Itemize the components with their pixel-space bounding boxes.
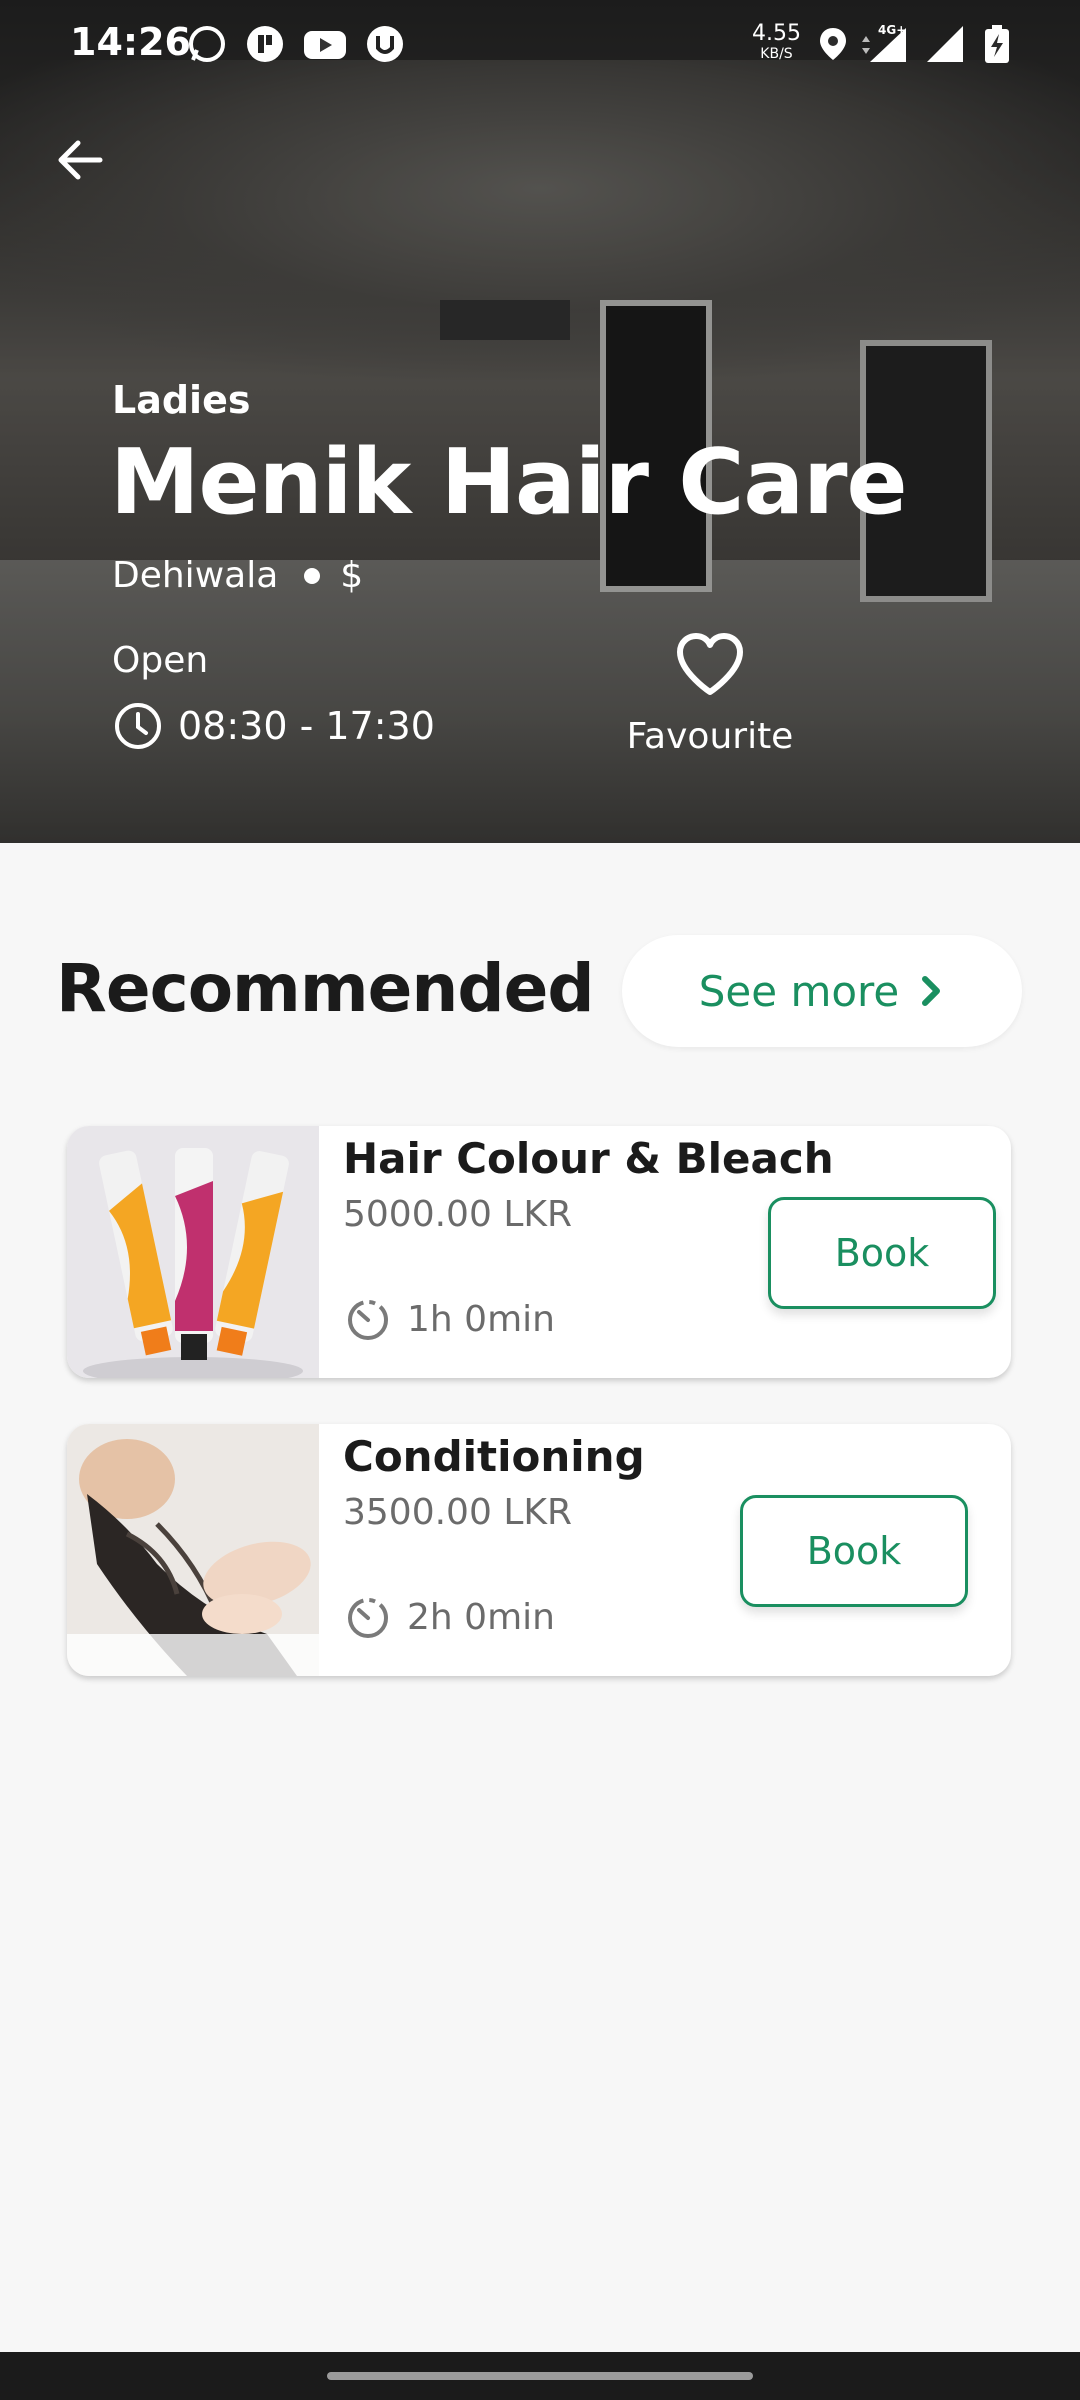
- service-price: 3500.00 LKR: [343, 1492, 572, 1533]
- service-card[interactable]: Conditioning 3500.00 LKR 2h 0min Book: [67, 1424, 1011, 1676]
- battery-charging-icon: [985, 25, 1009, 63]
- favourite-label: Favourite: [626, 716, 794, 757]
- hours-text: 08:30 - 17:30: [178, 704, 435, 748]
- youtube-icon: [304, 31, 346, 59]
- service-name: Conditioning: [343, 1432, 645, 1481]
- signal-icon-2: [927, 26, 963, 62]
- home-gesture-handle[interactable]: [327, 2372, 753, 2380]
- timer-icon: [348, 1300, 388, 1340]
- service-card[interactable]: Hair Colour & Bleach 5000.00 LKR 1h 0min…: [67, 1126, 1011, 1378]
- system-navigation-bar: [0, 2352, 1080, 2400]
- opening-hours: 08:30 - 17:30: [112, 700, 435, 752]
- service-image-conditioning: [67, 1424, 319, 1676]
- app-icon: [247, 26, 283, 62]
- salon-name: Menik Hair Care: [110, 430, 908, 535]
- salon-location: Dehiwala: [112, 555, 279, 596]
- see-more-button[interactable]: See more: [622, 935, 1022, 1047]
- service-image-hair-colour: [67, 1126, 319, 1378]
- separator-dot: [304, 567, 321, 584]
- service-price: 5000.00 LKR: [343, 1194, 572, 1235]
- service-duration-text: 1h 0min: [407, 1298, 555, 1340]
- service-duration-text: 2h 0min: [407, 1596, 555, 1638]
- status-time: 14:26: [70, 20, 191, 64]
- salon-location-row: Dehiwala $: [112, 555, 363, 596]
- favourite-button[interactable]: Favourite: [610, 632, 810, 757]
- see-more-label: See more: [698, 966, 900, 1016]
- status-bar: 14:26 4.55 KB/S 4G+: [0, 0, 1080, 90]
- service-duration: 2h 0min: [345, 1594, 555, 1640]
- price-level: $: [340, 555, 364, 596]
- signal-icon: 4G+: [862, 24, 906, 62]
- chevron-right-icon: [922, 976, 941, 1006]
- service-duration: 1h 0min: [345, 1296, 555, 1342]
- service-name: Hair Colour & Bleach: [343, 1134, 834, 1183]
- timer-icon: [348, 1598, 388, 1638]
- back-arrow-icon[interactable]: [50, 130, 110, 190]
- salon-category: Ladies: [112, 378, 251, 422]
- book-button[interactable]: Book: [740, 1495, 968, 1607]
- app-icon-2: [367, 26, 403, 62]
- location-icon: [820, 28, 846, 60]
- section-title-recommended: Recommended: [56, 950, 595, 1027]
- book-button[interactable]: Book: [768, 1197, 996, 1309]
- network-speed: 4.55 KB/S: [752, 21, 801, 63]
- clock-icon: [115, 703, 161, 749]
- heart-icon: [677, 633, 743, 695]
- whatsapp-icon: [189, 26, 225, 62]
- open-status: Open: [112, 640, 209, 681]
